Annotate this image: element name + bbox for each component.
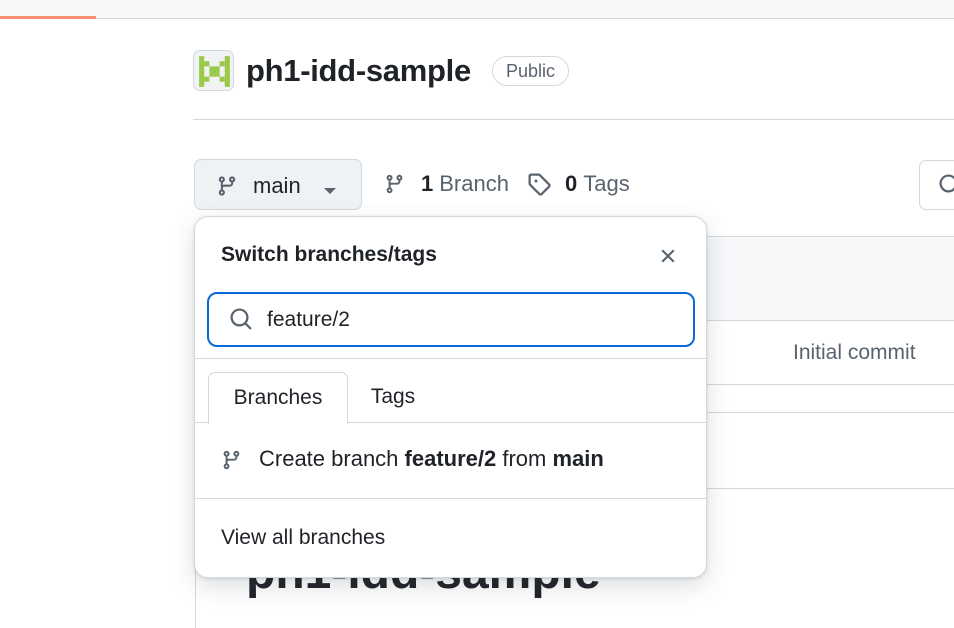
branch-filter-value: feature/2 [267,308,350,331]
branches-count-link[interactable]: 1 Branch [384,171,509,197]
repo-avatar[interactable] [193,50,234,91]
header-divider [193,119,954,120]
tags-count-link[interactable]: 0 Tags [527,171,630,197]
new-branch-name: feature/2 [404,446,497,471]
commit-message-link[interactable]: Initial commit [793,341,916,365]
tab-branches[interactable]: Branches [208,372,348,424]
branch-filter-input[interactable]: feature/2 [207,292,695,347]
loading-progress-bar [0,16,96,19]
source-branch-name: main [552,446,604,471]
create-branch-middle: from [496,446,553,471]
git-branch-icon [216,174,238,203]
git-branch-icon [221,448,242,477]
tab-tags[interactable]: Tags [348,372,438,422]
create-branch-option[interactable]: Create branch feature/2 from main [195,437,706,497]
dropdown-title: Switch branches/tags [221,243,437,266]
view-all-branches-link[interactable]: View all branches [221,526,385,550]
search-icon [939,174,954,193]
top-bar [0,0,954,19]
git-branch-icon [384,172,405,196]
divider [195,498,706,499]
divider [195,358,706,359]
search-icon [229,307,253,336]
branches-count: 1 [421,171,434,196]
create-branch-text: Create branch feature/2 from main [259,446,604,472]
create-branch-prefix: Create branch [259,446,405,471]
branch-selector-button[interactable]: main [194,159,362,210]
tags-label: Tags [583,171,630,196]
current-branch-label: main [253,173,301,198]
close-icon[interactable] [657,245,679,267]
branches-label: Branch [439,171,509,196]
tag-icon [527,172,551,196]
go-to-file-input[interactable] [919,160,954,210]
identicon-icon [194,51,233,90]
caret-down-icon [323,182,337,200]
tags-count: 0 [565,171,578,196]
repo-name-link[interactable]: ph1-idd-sample [246,51,471,91]
visibility-badge: Public [492,56,570,86]
branch-switcher-dropdown: Switch branches/tags feature/2 Branches … [194,216,707,578]
